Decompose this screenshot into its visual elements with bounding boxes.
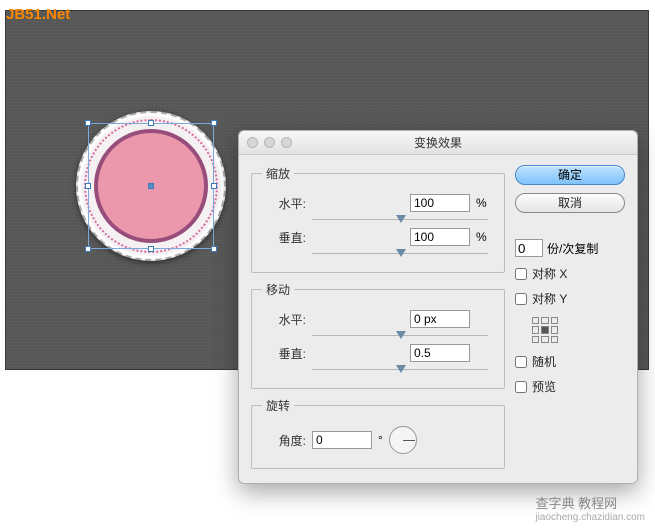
watermark-br-main: 查字典 教程网 bbox=[535, 496, 617, 511]
handle-top-mid[interactable] bbox=[148, 120, 154, 126]
reflect-y-label: 对称 Y bbox=[532, 290, 567, 307]
move-h-slider[interactable] bbox=[312, 332, 488, 340]
scale-h-slider[interactable] bbox=[312, 216, 488, 224]
angle-unit: ° bbox=[378, 433, 383, 447]
preview-box[interactable] bbox=[515, 381, 527, 393]
scale-legend: 缩放 bbox=[262, 165, 294, 182]
reflect-y-checkbox[interactable]: 对称 Y bbox=[515, 290, 625, 307]
handle-top-left[interactable] bbox=[85, 120, 91, 126]
handle-mid-left[interactable] bbox=[85, 183, 91, 189]
transform-effect-dialog: 变换效果 缩放 水平: % 垂直: % bbox=[238, 130, 638, 484]
scale-v-unit: % bbox=[476, 230, 494, 244]
handle-bottom-mid[interactable] bbox=[148, 246, 154, 252]
selection-bounding-box[interactable] bbox=[88, 123, 214, 249]
reflect-y-box[interactable] bbox=[515, 293, 527, 305]
anchor-center[interactable] bbox=[541, 326, 548, 333]
move-legend: 移动 bbox=[262, 281, 294, 298]
preview-label: 预览 bbox=[532, 378, 556, 395]
copies-label: 份/次复制 bbox=[547, 240, 598, 257]
move-v-label: 垂直: bbox=[262, 345, 306, 362]
scale-v-slider[interactable] bbox=[312, 250, 488, 258]
reflect-x-checkbox[interactable]: 对称 X bbox=[515, 265, 625, 282]
move-v-slider[interactable] bbox=[312, 366, 488, 374]
random-checkbox[interactable]: 随机 bbox=[515, 353, 625, 370]
badge-object[interactable] bbox=[76, 111, 226, 261]
angle-dial[interactable] bbox=[389, 426, 417, 454]
handle-bottom-left[interactable] bbox=[85, 246, 91, 252]
reflect-x-box[interactable] bbox=[515, 268, 527, 280]
watermark-br-sub: jiaocheng.chazidian.com bbox=[535, 512, 645, 523]
scale-h-label: 水平: bbox=[262, 195, 306, 212]
dialog-titlebar[interactable]: 变换效果 bbox=[239, 131, 637, 155]
move-h-input[interactable] bbox=[410, 310, 470, 328]
rotate-legend: 旋转 bbox=[262, 397, 294, 414]
cancel-button[interactable]: 取消 bbox=[515, 193, 625, 213]
scale-v-input[interactable] bbox=[410, 228, 470, 246]
random-box[interactable] bbox=[515, 356, 527, 368]
scale-group: 缩放 水平: % 垂直: % bbox=[251, 165, 505, 273]
move-group: 移动 水平: 垂直: bbox=[251, 281, 505, 389]
rotate-group: 旋转 角度: ° bbox=[251, 397, 505, 469]
angle-label: 角度: bbox=[262, 432, 306, 449]
dialog-title: 变换效果 bbox=[239, 134, 637, 151]
handle-top-right[interactable] bbox=[211, 120, 217, 126]
copies-input[interactable] bbox=[515, 239, 543, 257]
move-v-input[interactable] bbox=[410, 344, 470, 362]
watermark-bottom-right: 查字典 教程网 jiaocheng.chazidian.com bbox=[535, 493, 645, 523]
scale-v-label: 垂直: bbox=[262, 229, 306, 246]
anchor-point-grid[interactable] bbox=[532, 317, 558, 343]
scale-h-unit: % bbox=[476, 196, 494, 210]
preview-checkbox[interactable]: 预览 bbox=[515, 378, 625, 395]
angle-input[interactable] bbox=[312, 431, 372, 449]
move-h-label: 水平: bbox=[262, 311, 306, 328]
badge-outer-ring bbox=[76, 111, 226, 261]
badge-inner-circle bbox=[94, 129, 208, 243]
scale-h-input[interactable] bbox=[410, 194, 470, 212]
handle-center[interactable] bbox=[148, 183, 154, 189]
handle-bottom-right[interactable] bbox=[211, 246, 217, 252]
watermark-top-left: JB51.Net bbox=[6, 6, 70, 23]
ok-button[interactable]: 确定 bbox=[515, 165, 625, 185]
random-label: 随机 bbox=[532, 353, 556, 370]
handle-mid-right[interactable] bbox=[211, 183, 217, 189]
reflect-x-label: 对称 X bbox=[532, 265, 567, 282]
badge-stitches bbox=[84, 119, 218, 253]
